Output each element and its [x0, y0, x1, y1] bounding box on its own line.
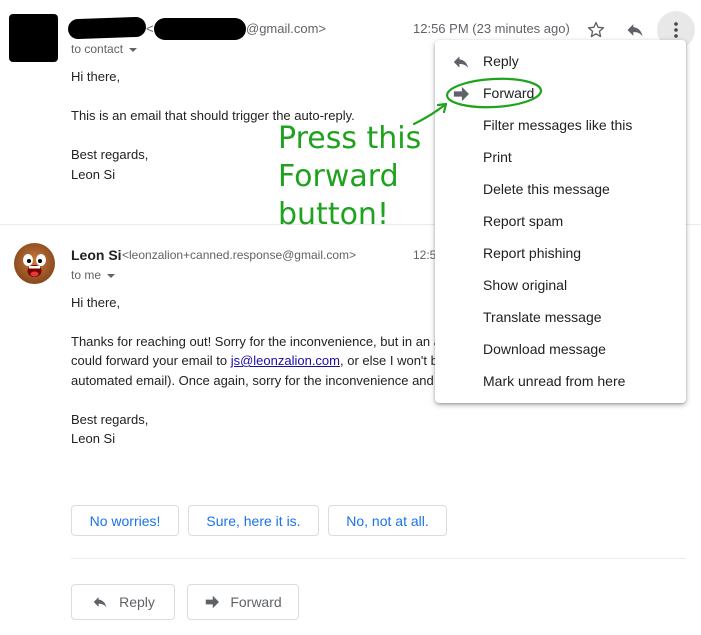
sender-avatar-redacted — [9, 14, 58, 62]
message2-line2-before: could forward your email to — [71, 353, 231, 368]
actions-divider — [71, 558, 686, 559]
forward-button[interactable]: Forward — [187, 584, 299, 620]
avatar — [14, 243, 55, 284]
forward-icon — [206, 595, 220, 609]
menu-item-filter[interactable]: Filter messages like this — [483, 117, 632, 133]
menu-item-print[interactable]: Print — [483, 149, 512, 165]
reply-icon[interactable] — [624, 19, 646, 41]
message2-line3: automated email). Once again, sorry for … — [71, 373, 434, 388]
more-vert-icon — [674, 22, 678, 38]
chevron-down-icon — [129, 47, 138, 52]
sender-name-redacted — [67, 16, 147, 40]
reply-button[interactable]: Reply — [71, 584, 175, 620]
recipient-dropdown[interactable]: to me — [71, 268, 116, 282]
menu-item-translate[interactable]: Translate message — [483, 309, 602, 325]
sender-email: <leonzalion+canned.response@gmail.com> — [122, 248, 356, 262]
message2-signature: Leon Si — [71, 431, 116, 446]
reply-icon — [93, 597, 107, 608]
message2-closing: Best regards, — [71, 412, 149, 427]
sender-name: Leon Si — [71, 247, 122, 263]
email-link[interactable]: js@leonzalion.com — [231, 353, 340, 368]
forward-button-label: Forward — [230, 594, 282, 610]
reply-icon — [453, 56, 469, 68]
chevron-down-icon — [107, 273, 116, 278]
smart-reply-no[interactable]: No, not at all. — [328, 505, 447, 536]
message2-line1: Thanks for reaching out! Sorry for the i… — [71, 334, 441, 349]
sender-email-bracket: < — [146, 21, 154, 36]
menu-item-download[interactable]: Download message — [483, 341, 606, 357]
menu-item-show-original[interactable]: Show original — [483, 277, 567, 293]
menu-item-mark-unread[interactable]: Mark unread from here — [483, 373, 625, 389]
recipient-label: to contact — [71, 42, 124, 56]
message1-closing: Best regards, — [71, 147, 149, 162]
message-time: 12:5 — [413, 248, 435, 262]
smart-reply-sure[interactable]: Sure, here it is. — [188, 505, 319, 536]
message1-greeting: Hi there, — [71, 69, 121, 84]
menu-item-delete[interactable]: Delete this message — [483, 181, 610, 197]
smart-reply-no-worries[interactable]: No worries! — [71, 505, 179, 536]
message2-line2: could forward your email to js@leonzalio… — [71, 353, 438, 368]
sender-email-redacted — [154, 18, 246, 40]
sender-email-domain: @gmail.com> — [246, 21, 327, 36]
annotation-line: Forward — [278, 159, 399, 194]
annotation-arrow — [412, 102, 448, 126]
recipient-label: to me — [71, 268, 102, 282]
menu-item-report-spam[interactable]: Report spam — [483, 213, 563, 229]
annotation-text: Press this Forward button! — [278, 120, 438, 234]
recipient-dropdown[interactable]: to contact — [71, 42, 138, 56]
star-icon[interactable] — [585, 19, 607, 41]
annotation-circle — [445, 77, 543, 109]
message2-line2-after: , or else I won't b — [340, 353, 438, 368]
menu-item-report-phishing[interactable]: Report phishing — [483, 245, 581, 261]
message1-signature: Leon Si — [71, 167, 116, 182]
annotation-line: button! — [278, 197, 389, 232]
message-time: 12:56 PM (23 minutes ago) — [413, 21, 570, 36]
reply-button-label: Reply — [119, 594, 155, 610]
message2-greeting: Hi there, — [71, 295, 121, 310]
menu-item-reply[interactable]: Reply — [483, 53, 519, 69]
